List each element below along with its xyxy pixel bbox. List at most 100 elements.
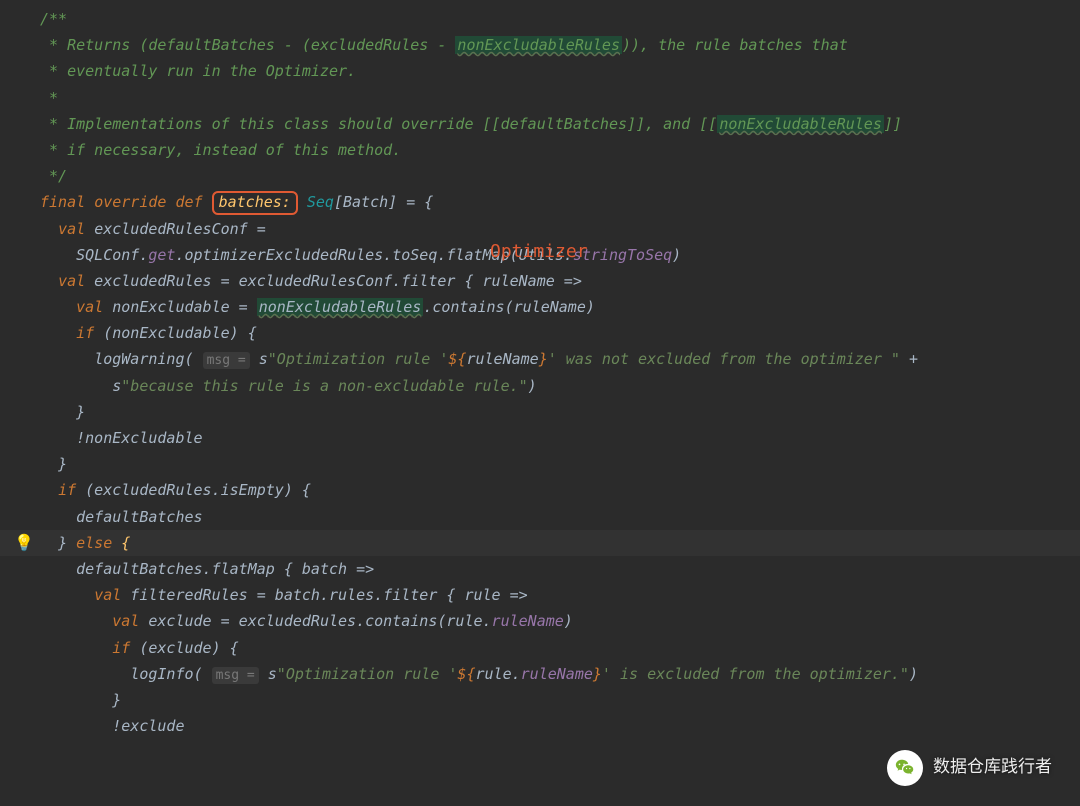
interpolation-open: ${ bbox=[457, 665, 475, 683]
code-text: defaultBatches.flatMap { batch => bbox=[76, 560, 374, 578]
code-line: /** bbox=[0, 6, 1080, 32]
intention-bulb-icon[interactable]: 💡 bbox=[14, 529, 34, 557]
interpolation-close: } bbox=[593, 665, 602, 683]
bracket: [ bbox=[334, 193, 343, 211]
keyword-if: if bbox=[112, 639, 130, 657]
string: "Optimization rule ' bbox=[268, 350, 449, 368]
code-text: !exclude bbox=[112, 717, 184, 735]
highlighted-term: nonExcludableRules bbox=[257, 298, 424, 316]
paren: ) bbox=[528, 377, 537, 395]
watermark-badge: 数据仓库践行者 bbox=[887, 750, 1052, 786]
code-line: } bbox=[0, 399, 1080, 425]
comment-text: /** bbox=[40, 10, 67, 28]
code-line: * bbox=[0, 85, 1080, 111]
function-call: logInfo( bbox=[130, 665, 211, 683]
code-line: s"because this rule is a non-excludable … bbox=[0, 373, 1080, 399]
code-line: } bbox=[0, 687, 1080, 713]
comment-text: * bbox=[40, 89, 58, 107]
code-text: .contains(ruleName) bbox=[423, 298, 595, 316]
s-prefix: s bbox=[250, 350, 268, 368]
code-line: !nonExcludable bbox=[0, 425, 1080, 451]
code-line: defaultBatches.flatMap { batch => bbox=[0, 556, 1080, 582]
code-line-current: 💡 } else { bbox=[0, 530, 1080, 556]
string: "because this rule is a non-excludable r… bbox=[121, 377, 527, 395]
interp-obj: rule. bbox=[475, 665, 520, 683]
highlighted-term: nonExcludableRules bbox=[455, 36, 622, 54]
string: ' is excluded from the optimizer." bbox=[602, 665, 909, 683]
code-text: !nonExcludable bbox=[76, 429, 202, 447]
paren: ) bbox=[672, 246, 681, 264]
code-line: final override def batches: Seq[Batch] =… bbox=[0, 189, 1080, 215]
watermark-text: 数据仓库践行者 bbox=[933, 753, 1052, 783]
interpolation-close: } bbox=[539, 350, 548, 368]
code-line: * if necessary, instead of this method. bbox=[0, 137, 1080, 163]
s-prefix: s bbox=[259, 665, 277, 683]
keyword-def: def bbox=[175, 193, 202, 211]
paren: ) bbox=[909, 665, 918, 683]
brace: } bbox=[58, 455, 67, 473]
code-line: logWarning( msg = s"Optimization rule '$… bbox=[0, 346, 1080, 372]
annotation-label: Optimizer bbox=[490, 236, 588, 268]
code-text: (exclude) { bbox=[130, 639, 238, 657]
string: "Optimization rule ' bbox=[277, 665, 458, 683]
keyword-val: val bbox=[58, 220, 85, 238]
identifier: excludedRulesConf bbox=[94, 220, 248, 238]
comment-text: */ bbox=[40, 167, 67, 185]
keyword-override: override bbox=[94, 193, 166, 211]
keyword-else: else bbox=[76, 534, 112, 552]
code-line: } bbox=[0, 451, 1080, 477]
wechat-svg-icon bbox=[894, 757, 916, 779]
brace: } bbox=[58, 534, 76, 552]
keyword-val: val bbox=[58, 272, 85, 290]
paren: ) bbox=[564, 612, 573, 630]
code-line: if (nonExcludable) { bbox=[0, 320, 1080, 346]
property: ruleName bbox=[521, 665, 593, 683]
param-hint: msg = bbox=[212, 667, 259, 684]
code-text: excludedRules = excludedRulesConf.filter… bbox=[85, 272, 582, 290]
type-seq: Seq bbox=[307, 193, 334, 211]
keyword-if: if bbox=[76, 324, 94, 342]
code-text: nonExcludable = bbox=[103, 298, 257, 316]
property: get bbox=[148, 246, 175, 264]
eq: = bbox=[248, 220, 266, 238]
code-line: !exclude bbox=[0, 713, 1080, 739]
interp-var: ruleName bbox=[466, 350, 538, 368]
code-text: exclude = excludedRules.contains(rule. bbox=[139, 612, 491, 630]
bracket-eq: ] = { bbox=[388, 193, 433, 211]
type-batch: Batch bbox=[343, 193, 388, 211]
code-line: if (exclude) { bbox=[0, 635, 1080, 661]
function-call: logWarning( bbox=[94, 350, 202, 368]
comment-text: ]] bbox=[884, 115, 902, 133]
boxed-method-name: batches: bbox=[212, 191, 298, 215]
comment-text: * eventually run in the Optimizer. bbox=[40, 62, 356, 80]
param-hint: msg = bbox=[203, 352, 250, 369]
comment-text: )), the rule batches that bbox=[622, 36, 848, 54]
highlighted-term: nonExcludableRules bbox=[717, 115, 884, 133]
comment-text: * Implementations of this class should o… bbox=[40, 115, 717, 133]
keyword-val: val bbox=[94, 586, 121, 604]
keyword-val: val bbox=[76, 298, 103, 316]
code-line: val filteredRules = batch.rules.filter {… bbox=[0, 582, 1080, 608]
code-line: val nonExcludable = nonExcludableRules.c… bbox=[0, 294, 1080, 320]
code-line: */ bbox=[0, 163, 1080, 189]
code-line: if (excludedRules.isEmpty) { bbox=[0, 477, 1080, 503]
code-line: val exclude = excludedRules.contains(rul… bbox=[0, 608, 1080, 634]
interpolation-open: ${ bbox=[448, 350, 466, 368]
code-line: logInfo( msg = s"Optimization rule '${ru… bbox=[0, 661, 1080, 687]
brace: } bbox=[76, 403, 85, 421]
plus: + bbox=[900, 350, 918, 368]
comment-text: * Returns (defaultBatches - (excludedRul… bbox=[40, 36, 455, 54]
brace: } bbox=[112, 691, 121, 709]
wechat-icon bbox=[887, 750, 923, 786]
code-text: SQLConf. bbox=[76, 246, 148, 264]
code-line: * Implementations of this class should o… bbox=[0, 111, 1080, 137]
code-text: (excludedRules.isEmpty) { bbox=[76, 481, 311, 499]
s-prefix: s bbox=[112, 377, 121, 395]
brace-highlight: { bbox=[112, 534, 130, 552]
code-line: * eventually run in the Optimizer. bbox=[0, 58, 1080, 84]
code-line: val excludedRules = excludedRulesConf.fi… bbox=[0, 268, 1080, 294]
keyword-final: final bbox=[40, 193, 85, 211]
comment-text: * if necessary, instead of this method. bbox=[40, 141, 401, 159]
code-text: (nonExcludable) { bbox=[94, 324, 257, 342]
code-editor[interactable]: /** * Returns (defaultBatches - (exclude… bbox=[0, 0, 1080, 739]
